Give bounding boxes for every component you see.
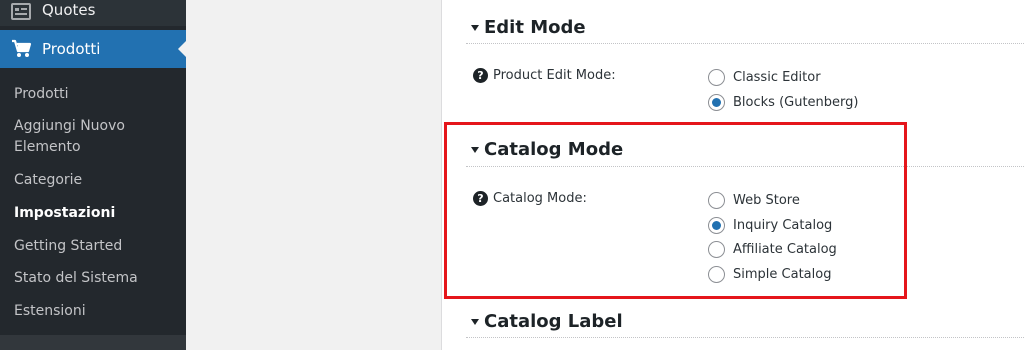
field-label-text: Product Edit Mode: xyxy=(493,68,616,83)
menu-item-quotes[interactable]: Quotes xyxy=(0,0,186,26)
submenu-item-estensioni[interactable]: Estensioni xyxy=(14,301,86,322)
section-header-edit-mode[interactable]: Edit Mode xyxy=(471,17,586,38)
section-title: Edit Mode xyxy=(484,17,586,38)
collapse-triangle-icon xyxy=(471,318,479,325)
section-header-catalog-label[interactable]: Catalog Label xyxy=(471,311,623,332)
radio-button[interactable] xyxy=(708,69,725,86)
help-icon[interactable]: ? xyxy=(473,68,488,83)
submenu-item-categorie[interactable]: Categorie xyxy=(14,170,82,191)
highlight-annotation-box xyxy=(444,122,907,299)
radio-label: Classic Editor xyxy=(733,70,821,85)
submenu-item-stato-sistema[interactable]: Stato del Sistema xyxy=(14,268,138,289)
sidebar-footer xyxy=(0,335,186,350)
field-label-product-edit-mode: ? Product Edit Mode: xyxy=(473,68,616,83)
radio-classic-editor[interactable]: Classic Editor xyxy=(708,69,821,86)
radio-button-selected[interactable] xyxy=(708,94,725,111)
quotes-icon xyxy=(11,3,31,25)
submenu-item-getting-started[interactable]: Getting Started xyxy=(14,236,122,257)
section-divider xyxy=(466,337,1024,338)
menu-label-quotes: Quotes xyxy=(42,1,96,19)
admin-sidebar: Quotes Prodotti Prodotti Aggiungi Nuovo … xyxy=(0,0,186,335)
submenu-item-impostazioni[interactable]: Impostazioni xyxy=(14,203,115,224)
submenu-item-prodotti[interactable]: Prodotti xyxy=(14,84,69,105)
section-title: Catalog Label xyxy=(484,311,623,332)
submenu-item-aggiungi-nuovo[interactable]: Aggiungi Nuovo Elemento xyxy=(14,116,125,158)
cart-icon xyxy=(11,39,33,63)
collapse-triangle-icon xyxy=(471,24,479,31)
radio-blocks-gutenberg[interactable]: Blocks (Gutenberg) xyxy=(708,94,858,111)
menu-item-prodotti[interactable]: Prodotti xyxy=(0,30,186,68)
section-divider xyxy=(466,43,1024,44)
menu-label-prodotti: Prodotti xyxy=(42,40,101,58)
radio-label: Blocks (Gutenberg) xyxy=(733,95,859,110)
